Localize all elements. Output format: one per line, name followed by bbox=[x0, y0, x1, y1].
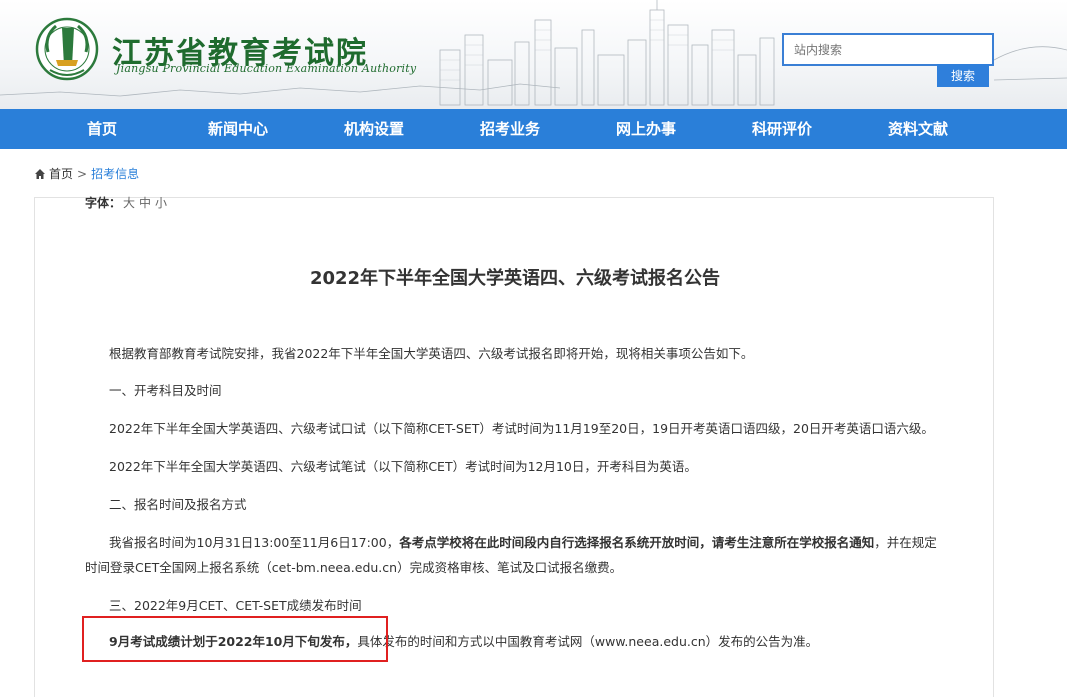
registration-tail-text: ，并在规定 bbox=[874, 535, 937, 550]
main-nav: 首页 新闻中心 机构设置 招考业务 网上办事 科研评价 资料文献 bbox=[0, 109, 1067, 149]
nav-item-research[interactable]: 科研评价 bbox=[722, 109, 842, 149]
article-title: 2022年下半年全国大学英语四、六级考试报名公告 bbox=[309, 268, 721, 289]
breadcrumb: 首页 > 招考信息 bbox=[34, 165, 139, 182]
nav-item-online-services[interactable]: 网上办事 bbox=[586, 109, 706, 149]
section-heading-2: 二、报名时间及报名方式 bbox=[109, 497, 247, 512]
registration-emphasis-text: 各考点学校将在此时间段内自行选择报名系统开放时间，请考生注意所在学校报名通知 bbox=[399, 535, 875, 550]
section-heading-3: 三、2022年9月CET、CET-SET成绩发布时间 bbox=[109, 598, 362, 613]
site-subtitle: Jiangsu Provincial Education Examination… bbox=[116, 62, 417, 75]
nav-item-documents[interactable]: 资料文献 bbox=[858, 109, 978, 149]
site-header: 江苏省教育考试院 Jiangsu Provincial Education Ex… bbox=[0, 0, 1067, 109]
paragraph-written-exam: 2022年下半年全国大学英语四、六级考试笔试（以下简称CET）考试时间为12月1… bbox=[109, 459, 697, 474]
paragraph-oral-exam: 2022年下半年全国大学英语四、六级考试口试（以下简称CET-SET）考试时间为… bbox=[109, 421, 934, 436]
nav-item-admissions[interactable]: 招考业务 bbox=[450, 109, 570, 149]
paragraph-registration-line2: 时间登录CET全国网上报名系统（cet-bm.neea.edu.cn）完成资格审… bbox=[85, 560, 623, 575]
paragraph-registration-line1: 我省报名时间为10月31日13:00至11月6日17:00，各考点学校将在此时间… bbox=[109, 531, 937, 555]
search-input[interactable] bbox=[782, 33, 994, 66]
registration-time-text: 我省报名时间为10月31日13:00至11月6日17:00， bbox=[109, 535, 400, 550]
font-size-medium[interactable]: 中 bbox=[139, 196, 151, 210]
nav-item-news[interactable]: 新闻中心 bbox=[178, 109, 298, 149]
article-container: 字体：大中小 2022年下半年全国大学英语四、六级考试报名公告 根据教育部教育考… bbox=[34, 194, 994, 697]
nav-item-home[interactable]: 首页 bbox=[42, 109, 162, 149]
font-size-large[interactable]: 大 bbox=[123, 196, 135, 210]
font-size-label: 字体： bbox=[85, 196, 122, 210]
intro-paragraph: 根据教育部教育考试院安排，我省2022年下半年全国大学英语四、六级考试报名即将开… bbox=[109, 346, 754, 361]
nav-item-organization[interactable]: 机构设置 bbox=[314, 109, 434, 149]
font-size-control: 字体：大中小 bbox=[85, 194, 169, 211]
breadcrumb-home[interactable]: 首页 bbox=[49, 165, 73, 182]
breadcrumb-current[interactable]: 招考信息 bbox=[91, 165, 139, 182]
font-size-small[interactable]: 小 bbox=[155, 196, 167, 210]
section-heading-1: 一、开考科目及时间 bbox=[109, 383, 222, 398]
authority-logo bbox=[35, 17, 99, 81]
breadcrumb-separator: > bbox=[77, 166, 88, 181]
search-button[interactable]: 搜索 bbox=[937, 64, 989, 87]
home-icon bbox=[35, 168, 45, 179]
red-highlight-box bbox=[82, 616, 388, 662]
score-release-detail: 具体发布的时间和方式以中国教育考试网（www.neea.edu.cn）发布的公告… bbox=[357, 634, 819, 649]
